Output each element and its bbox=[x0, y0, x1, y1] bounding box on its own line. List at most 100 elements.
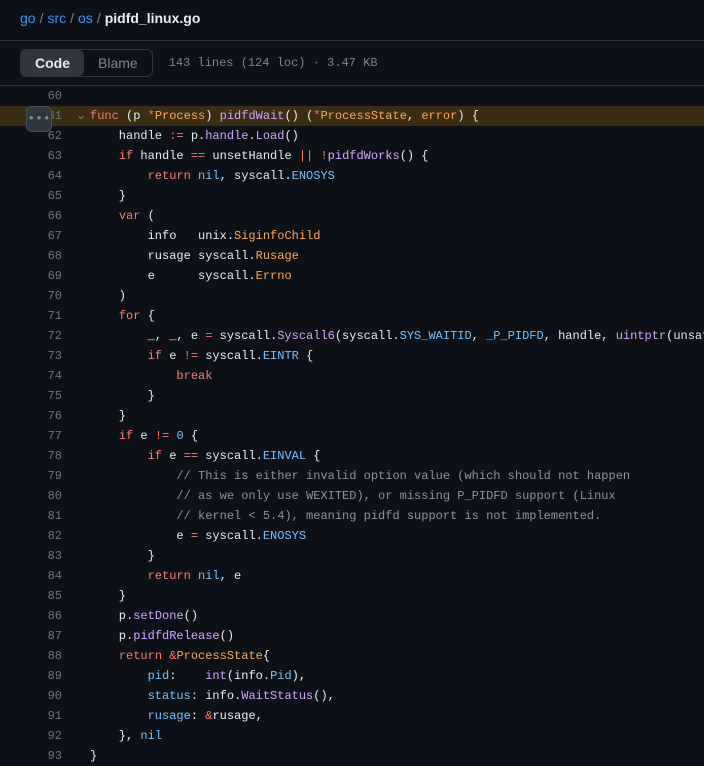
line-number[interactable]: 90 bbox=[30, 686, 72, 706]
code-content: break bbox=[90, 366, 704, 386]
gutter-spacer bbox=[0, 366, 30, 386]
code-line[interactable]: 64 return nil, syscall.ENOSYS bbox=[0, 166, 704, 186]
code-line[interactable]: 91 rusage: &rusage, bbox=[0, 706, 704, 726]
code-content: return &ProcessState{ bbox=[90, 646, 704, 666]
code-line[interactable]: 69 e syscall.Errno bbox=[0, 266, 704, 286]
line-number[interactable]: 78 bbox=[30, 446, 72, 466]
breadcrumb-link[interactable]: src bbox=[47, 10, 66, 26]
fold-toggle bbox=[72, 526, 90, 546]
gutter-spacer bbox=[0, 546, 30, 566]
code-line[interactable]: 74 break bbox=[0, 366, 704, 386]
code-line[interactable]: 75 } bbox=[0, 386, 704, 406]
gutter-spacer bbox=[0, 286, 30, 306]
line-number[interactable]: 69 bbox=[30, 266, 72, 286]
line-number[interactable]: 82 bbox=[30, 526, 72, 546]
code-line[interactable]: 82 e = syscall.ENOSYS bbox=[0, 526, 704, 546]
gutter-spacer bbox=[0, 446, 30, 466]
gutter-spacer bbox=[0, 486, 30, 506]
code-line[interactable]: 62 handle := p.handle.Load() bbox=[0, 126, 704, 146]
code-content: return nil, e bbox=[90, 566, 704, 586]
line-number[interactable]: 83 bbox=[30, 546, 72, 566]
code-line[interactable]: 73 if e != syscall.EINTR { bbox=[0, 346, 704, 366]
line-number[interactable]: 87 bbox=[30, 626, 72, 646]
line-number[interactable]: 91 bbox=[30, 706, 72, 726]
breadcrumb-sep: / bbox=[40, 10, 44, 26]
line-number[interactable]: 74 bbox=[30, 366, 72, 386]
line-number[interactable]: 65 bbox=[30, 186, 72, 206]
fold-toggle bbox=[72, 606, 90, 626]
code-line[interactable]: 89 pid: int(info.Pid), bbox=[0, 666, 704, 686]
code-tab[interactable]: Code bbox=[21, 50, 84, 76]
fold-toggle bbox=[72, 366, 90, 386]
line-number[interactable]: 75 bbox=[30, 386, 72, 406]
line-number[interactable]: 68 bbox=[30, 246, 72, 266]
code-line[interactable]: 80 // as we only use WEXITED), or missin… bbox=[0, 486, 704, 506]
line-number[interactable]: 92 bbox=[30, 726, 72, 746]
line-number[interactable]: 93 bbox=[30, 746, 72, 766]
line-number[interactable]: 64 bbox=[30, 166, 72, 186]
code-content: var ( bbox=[90, 206, 704, 226]
line-number[interactable]: 81 bbox=[30, 506, 72, 526]
line-number[interactable]: 89 bbox=[30, 666, 72, 686]
code-line[interactable]: 77 if e != 0 { bbox=[0, 426, 704, 446]
line-number[interactable]: 77 bbox=[30, 426, 72, 446]
code-line[interactable]: 93} bbox=[0, 746, 704, 766]
code-content: ) bbox=[90, 286, 704, 306]
code-line[interactable]: 71 for { bbox=[0, 306, 704, 326]
line-number[interactable]: 72 bbox=[30, 326, 72, 346]
code-line[interactable]: 68 rusage syscall.Rusage bbox=[0, 246, 704, 266]
code-line[interactable]: 87 p.pidfdRelease() bbox=[0, 626, 704, 646]
code-line[interactable]: 83 } bbox=[0, 546, 704, 566]
code-content: for { bbox=[90, 306, 704, 326]
code-line[interactable]: 90 status: info.WaitStatus(), bbox=[0, 686, 704, 706]
code-line[interactable]: 78 if e == syscall.EINVAL { bbox=[0, 446, 704, 466]
code-area: ••• 6061⌄func (p *Process) pidfdWait() (… bbox=[0, 86, 704, 766]
code-line[interactable]: 88 return &ProcessState{ bbox=[0, 646, 704, 666]
breadcrumb-link[interactable]: os bbox=[78, 10, 93, 26]
line-number[interactable]: 63 bbox=[30, 146, 72, 166]
fold-toggle bbox=[72, 686, 90, 706]
line-number[interactable]: 86 bbox=[30, 606, 72, 626]
gutter-spacer bbox=[0, 706, 30, 726]
code-line[interactable]: 63 if handle == unsetHandle || !pidfdWor… bbox=[0, 146, 704, 166]
line-number[interactable]: 88 bbox=[30, 646, 72, 666]
code-line[interactable]: 70 ) bbox=[0, 286, 704, 306]
line-number[interactable]: 73 bbox=[30, 346, 72, 366]
code-line[interactable]: 86 p.setDone() bbox=[0, 606, 704, 626]
code-line[interactable]: 67 info unix.SiginfoChild bbox=[0, 226, 704, 246]
fold-toggle bbox=[72, 466, 90, 486]
code-line[interactable]: 60 bbox=[0, 86, 704, 106]
code-line[interactable]: 81 // kernel < 5.4), meaning pidfd suppo… bbox=[0, 506, 704, 526]
code-line[interactable]: 66 var ( bbox=[0, 206, 704, 226]
gutter-spacer bbox=[0, 306, 30, 326]
gutter-spacer bbox=[0, 566, 30, 586]
line-number[interactable]: 84 bbox=[30, 566, 72, 586]
line-number[interactable]: 76 bbox=[30, 406, 72, 426]
line-number[interactable]: 70 bbox=[30, 286, 72, 306]
fold-toggle[interactable]: ⌄ bbox=[72, 106, 90, 126]
code-line[interactable]: 85 } bbox=[0, 586, 704, 606]
gutter-spacer bbox=[0, 646, 30, 666]
line-number[interactable]: 67 bbox=[30, 226, 72, 246]
code-line[interactable]: 72 _, _, e = syscall.Syscall6(syscall.SY… bbox=[0, 326, 704, 346]
code-content: p.pidfdRelease() bbox=[90, 626, 704, 646]
blame-tab[interactable]: Blame bbox=[84, 50, 152, 76]
code-line[interactable]: 61⌄func (p *Process) pidfdWait() (*Proce… bbox=[0, 106, 704, 126]
code-line[interactable]: 65 } bbox=[0, 186, 704, 206]
line-number[interactable]: 60 bbox=[30, 86, 72, 106]
line-number[interactable]: 85 bbox=[30, 586, 72, 606]
code-line[interactable]: 84 return nil, e bbox=[0, 566, 704, 586]
code-line[interactable]: 76 } bbox=[0, 406, 704, 426]
line-number[interactable]: 71 bbox=[30, 306, 72, 326]
code-line[interactable]: 79 // This is either invalid option valu… bbox=[0, 466, 704, 486]
line-actions-button[interactable]: ••• bbox=[26, 106, 52, 132]
code-line[interactable]: 92 }, nil bbox=[0, 726, 704, 746]
line-number[interactable]: 79 bbox=[30, 466, 72, 486]
breadcrumb-link[interactable]: go bbox=[20, 10, 36, 26]
gutter-spacer bbox=[0, 426, 30, 446]
breadcrumb-sep: / bbox=[97, 10, 101, 26]
line-number[interactable]: 80 bbox=[30, 486, 72, 506]
line-number[interactable]: 66 bbox=[30, 206, 72, 226]
code-content: rusage syscall.Rusage bbox=[90, 246, 704, 266]
fold-toggle bbox=[72, 646, 90, 666]
